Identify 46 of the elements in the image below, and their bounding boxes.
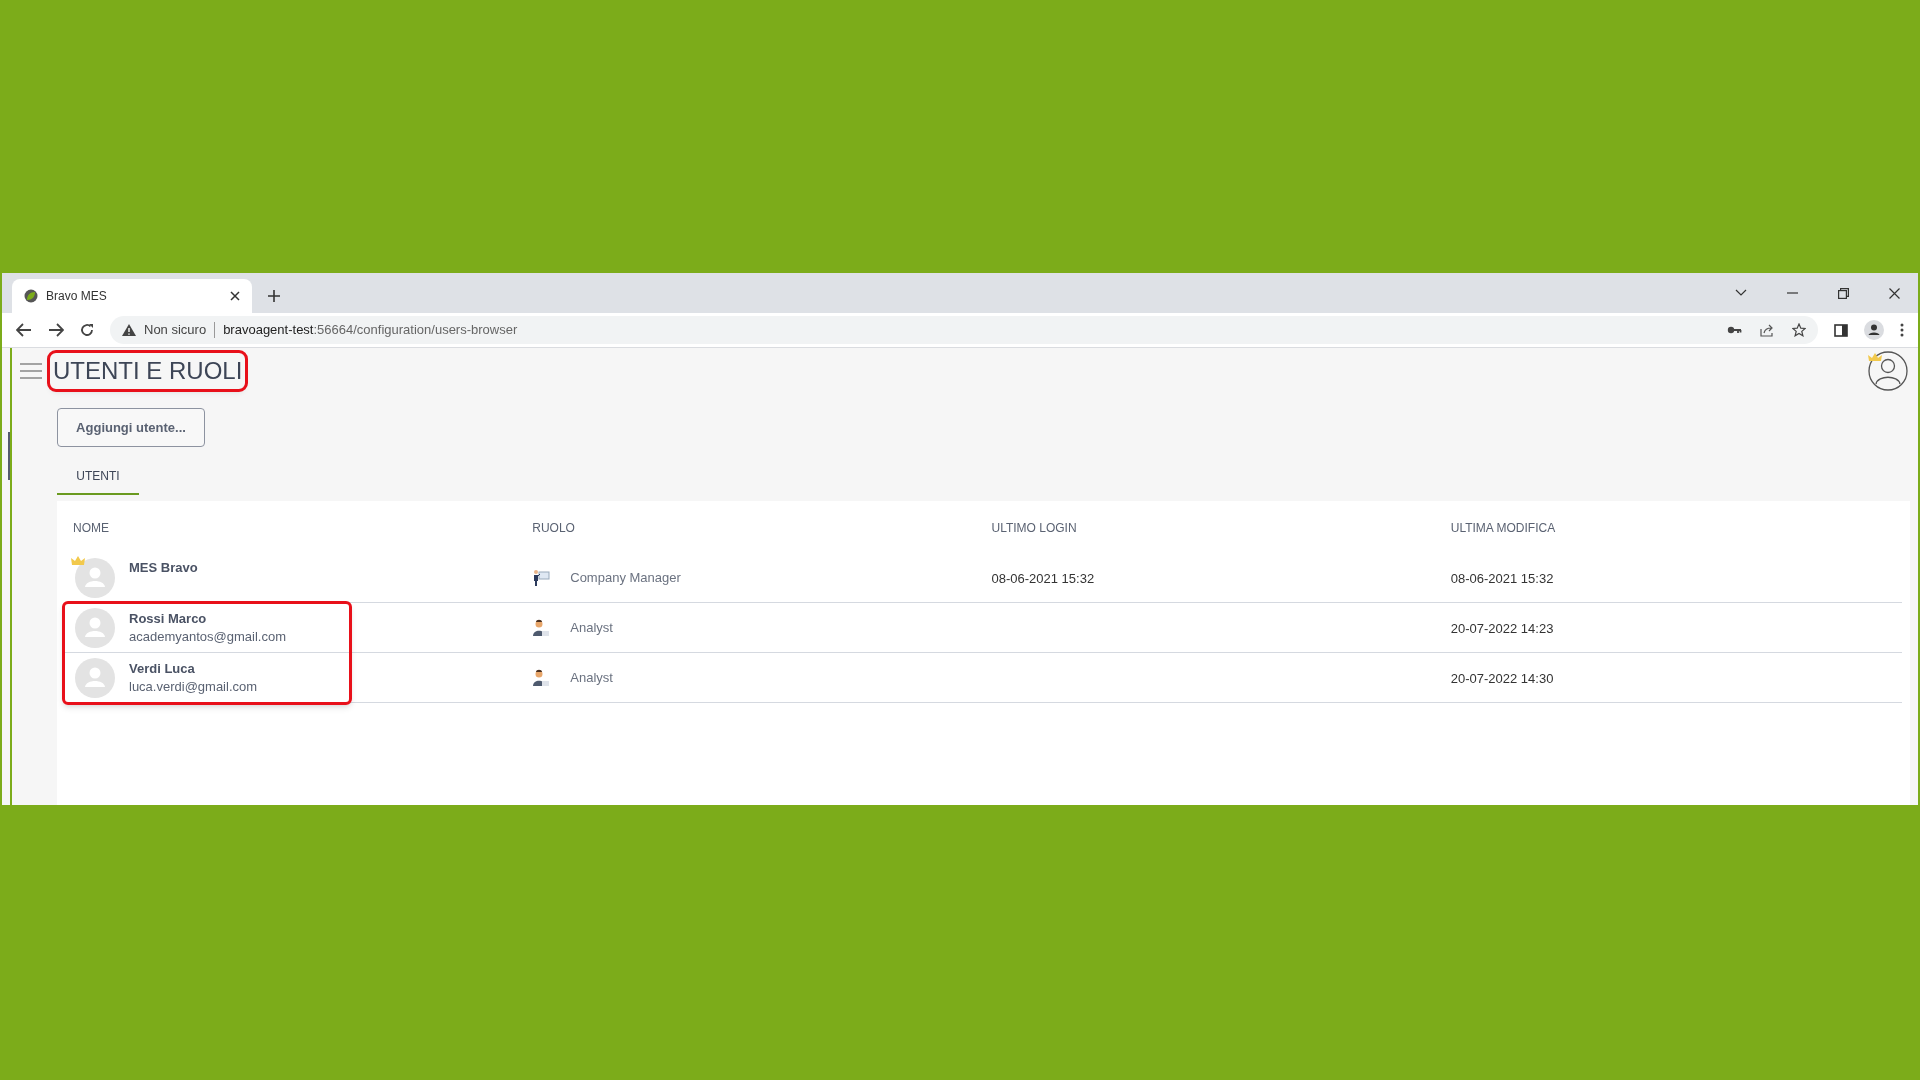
forward-icon[interactable] [48,323,64,337]
last-modified-date: 20-07-2022 14:30 [1450,670,1554,686]
column-header: RUOLO [532,521,575,535]
profile-icon[interactable] [1864,320,1884,340]
warning-icon [122,324,136,336]
tab-title: Bravo MES [46,288,108,305]
avatar-icon [75,607,115,648]
leaf-logo-icon [24,289,38,303]
last-login-date: 08-06-2021 15:32 [991,570,1095,586]
chevron-down-icon[interactable] [1735,289,1747,297]
close-icon[interactable] [1889,287,1900,299]
share-icon[interactable] [1760,323,1774,337]
user-avatar-icon[interactable] [1868,351,1908,391]
page-title: UTENTI E RUOLI [50,353,246,389]
key-icon[interactable] [1727,326,1742,334]
last-modified-date: 20-07-2022 14:23 [1450,620,1554,636]
user-role: Company Manager [570,568,681,587]
avatar-icon [75,657,115,698]
security-label: Non sicuro [144,321,207,340]
back-icon[interactable] [16,323,32,337]
address-bar[interactable]: Non sicuro bravoagent-test:56664/configuration/users-browser [110,316,1818,344]
analyst-icon [532,668,551,687]
more-icon[interactable] [1900,323,1904,337]
analyst-icon [532,618,551,637]
presenter-icon [532,568,551,587]
reload-icon[interactable] [80,323,94,337]
column-header: ULTIMA MODIFICA [1450,521,1556,535]
user-name: MES Bravo [129,559,198,577]
star-icon[interactable] [1792,323,1806,337]
user-email: luca.verdi@gmail.com [129,677,258,696]
user-email: academyantos@gmail.com [129,627,286,646]
user-name: Rossi Marco [129,609,208,628]
last-modified-date: 08-06-2021 15:32 [1450,570,1554,586]
browser-tab[interactable]: Bravo MES [12,279,252,313]
column-header: NOME [73,521,109,535]
user-role: Analyst [570,668,613,687]
new-tab-icon[interactable] [268,290,280,302]
column-header: ULTIMO LOGIN [991,521,1077,535]
user-role: Analyst [570,618,613,637]
restore-icon[interactable] [1838,287,1849,299]
user-name: Verdi Luca [129,659,196,678]
url-text: bravoagent-test:56664/configuration/users-browser [223,321,518,340]
close-icon[interactable] [230,291,240,301]
add-user-button[interactable]: Aggiungi utente... [57,408,205,447]
users-tab[interactable]: UTENTI [57,459,139,495]
side-panel-icon[interactable] [1834,323,1848,337]
